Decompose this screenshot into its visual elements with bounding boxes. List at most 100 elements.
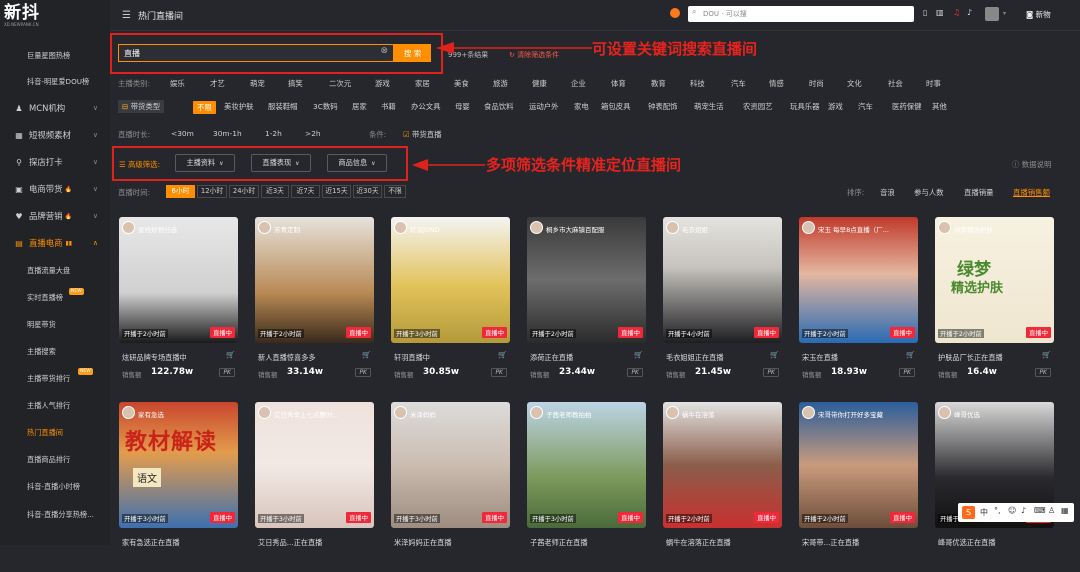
anchor-info-dropdown[interactable]: 主播资料 ∨ [175, 154, 235, 172]
sidebar-sub-anchor-search[interactable]: 主播搜索 [27, 347, 56, 357]
goods-option[interactable]: 不限 [193, 101, 216, 114]
mobile-icon[interactable]: ▯ [923, 8, 927, 17]
time-option[interactable]: 近7天 [291, 185, 320, 198]
live-room-thumbnail[interactable]: 宋玉 每早8点直播（厂... 开播于2小时前 直播中 [799, 217, 918, 343]
time-option[interactable]: 近30天 [353, 185, 382, 198]
sidebar-sub-traffic[interactable]: 直播流量大盘 [27, 266, 70, 276]
live-room-thumbnail[interactable]: 轩羽JDND 开播于3小时前 直播中 [391, 217, 510, 343]
live-room-thumbnail[interactable]: 子茜老师教拍拍 开播于3小时前 直播中 [527, 402, 646, 528]
category-option[interactable]: 家居 [415, 78, 430, 89]
data-note-link[interactable]: ⓘ 数据说明 [1012, 159, 1051, 170]
time-option[interactable]: 不限 [384, 185, 406, 198]
live-room-card[interactable]: 蜗牛在溶落 开播于2小时前 直播中 蜗牛在溶落正在直播 [663, 402, 782, 572]
pk-button[interactable]: PK [763, 368, 779, 377]
live-room-thumbnail[interactable]: 家有急选 教材解读 语文 开播于3小时前 直播中 [119, 402, 238, 528]
sidebar-sub-sales-rank[interactable]: 主播带货排行 [27, 374, 70, 384]
goods-option[interactable]: 居家 [352, 101, 367, 112]
sidebar-sub-hourly[interactable]: 抖音-直播小时榜 [27, 482, 80, 492]
live-room-thumbnail[interactable]: 宋哥带你打开好多宝藏 开播于2小时前 直播中 [799, 402, 918, 528]
duration-option[interactable]: 1-2h [265, 129, 282, 138]
live-room-thumbnail[interactable]: 桐乡市大麻镇百配服 开播于2小时前 直播中 [527, 217, 646, 343]
new-items-link[interactable]: ◙ 新物 [1026, 9, 1051, 20]
sort-option[interactable]: 音浪 [880, 187, 895, 198]
category-option[interactable]: 才艺 [210, 78, 225, 89]
goods-option[interactable]: 3C数码 [313, 101, 338, 112]
pk-button[interactable]: PK [899, 368, 915, 377]
goods-option[interactable]: 游戏 [828, 101, 843, 112]
category-option[interactable]: 美食 [454, 78, 469, 89]
book-icon[interactable]: ▥ [936, 8, 944, 17]
sidebar-item-live-ecommerce[interactable]: ▤ 直播电商 ▮▮ ∧ [0, 232, 110, 254]
goods-option[interactable]: 服装鞋帽 [268, 101, 298, 112]
live-performance-dropdown[interactable]: 直播表现 ∨ [251, 154, 311, 172]
goods-option[interactable]: 母婴 [455, 101, 470, 112]
live-room-card[interactable]: 毛衣姐姐 开播于4小时前 直播中 毛衣姐姐正在直播 🛒 销售额 21.45w PK [663, 217, 782, 387]
time-option[interactable]: 24小时 [229, 185, 259, 198]
category-option[interactable]: 时事 [926, 78, 941, 89]
time-option[interactable]: 12小时 [197, 185, 227, 198]
live-room-card[interactable]: 星线好物分选 开播于2小时前 直播中 炫研品牌专场直播中 🛒 销售额 122.78w PK [119, 217, 238, 387]
live-room-card[interactable]: 桐乡市大麻镇百配服 开播于2小时前 直播中 添荷正在直播 🛒 销售额 23.44w PK [527, 217, 646, 387]
goods-option[interactable]: 办公文具 [411, 101, 441, 112]
sidebar-item-dou-rank[interactable]: 抖音-明星爱DOU榜 [27, 77, 89, 87]
live-room-card[interactable]: 芳青定制 开播于2小时前 直播中 新人直播惊喜多多 🛒 销售额 33.14w PK [255, 217, 374, 387]
clear-input-icon[interactable]: ⊗ [380, 46, 388, 56]
live-room-thumbnail[interactable]: 蜗牛在溶落 开播于2小时前 直播中 [663, 402, 782, 528]
goods-option[interactable]: 玩具乐器 [790, 101, 820, 112]
category-option[interactable]: 科技 [690, 78, 705, 89]
goods-option[interactable]: 家电 [574, 101, 589, 112]
menu-icon[interactable]: ☰ [122, 10, 131, 21]
goods-option[interactable]: 美妆护肤 [224, 101, 254, 112]
goods-option[interactable]: 运动户外 [529, 101, 559, 112]
sidebar-item-ecommerce[interactable]: ▣ 电商带货 🔥 ∨ [0, 178, 110, 200]
category-option[interactable]: 萌宠 [250, 78, 265, 89]
category-option[interactable]: 时尚 [809, 78, 824, 89]
pk-button[interactable]: PK [491, 368, 507, 377]
avatar[interactable] [985, 7, 999, 21]
sidebar-item-mcn[interactable]: ♟ MCN机构 ∨ [0, 97, 110, 119]
live-room-card[interactable]: 绿梦精选护肤 绿梦 精选护肤 开播于2小时前 直播中 护肤品厂长正在直播 🛒 销售额 16.4w… [935, 217, 1054, 387]
global-search-input[interactable]: ⌕ DOU · 可以搜 [688, 6, 914, 22]
sort-option[interactable]: 参与人数 [914, 187, 944, 198]
goods-option[interactable]: 箱包皮具 [601, 101, 631, 112]
category-option[interactable]: 游戏 [375, 78, 390, 89]
live-room-thumbnail[interactable]: 米泽妈妈 开播于3小时前 直播中 [391, 402, 510, 528]
app-logo[interactable]: 新抖 [4, 4, 40, 22]
category-option[interactable]: 体育 [611, 78, 626, 89]
chevron-down-icon[interactable]: ▾ [1003, 10, 1006, 17]
live-room-card[interactable]: 峰哥优选开播于4小时前直播中峰哥优选正在直播 [935, 402, 1054, 572]
pk-button[interactable]: PK [355, 368, 371, 377]
pk-button[interactable]: PK [627, 368, 643, 377]
product-info-dropdown[interactable]: 商品信息 ∨ [327, 154, 387, 172]
bell-icon[interactable]: ♪ [967, 8, 972, 17]
live-room-card[interactable]: 轩羽JDND 开播于3小时前 直播中 轩羽直播中 🛒 销售额 30.85w PK [391, 217, 510, 387]
category-option[interactable]: 二次元 [329, 78, 351, 89]
category-option[interactable]: 娱乐 [170, 78, 185, 89]
sidebar-sub-share-hot[interactable]: 抖音-直播分享热榜... [27, 510, 94, 520]
goods-option[interactable]: 其他 [932, 101, 947, 112]
pk-button[interactable]: PK [219, 368, 235, 377]
goods-option[interactable]: 医药保健 [892, 101, 922, 112]
pk-button[interactable]: PK [1035, 368, 1051, 377]
category-option[interactable]: 社会 [888, 78, 903, 89]
category-option[interactable]: 汽车 [731, 78, 746, 89]
goods-option[interactable]: 钟表配饰 [648, 101, 678, 112]
duration-option[interactable]: <30m [171, 129, 194, 138]
live-room-card[interactable]: 艾日秀早上七点整时... 开播于3小时前 直播中 艾日秀品...正在直播 [255, 402, 374, 572]
category-option[interactable]: 教育 [651, 78, 666, 89]
sidebar-item-store-visit[interactable]: ⚲ 探店打卡 ∨ [0, 151, 110, 173]
keyword-search-input[interactable]: 直播 ⊗ [118, 44, 394, 62]
live-commerce-checkbox[interactable]: ☑ 带货直播 [403, 129, 442, 140]
live-room-card[interactable]: 宋玉 每早8点直播（厂... 开播于2小时前 直播中 宋玉在直播 🛒 销售额 18.93w P… [799, 217, 918, 387]
goods-option[interactable]: 书籍 [381, 101, 396, 112]
live-room-card[interactable]: 米泽妈妈 开播于3小时前 直播中 米泽妈妈正在直播 [391, 402, 510, 572]
goods-option[interactable]: 食品饮料 [484, 101, 514, 112]
category-option[interactable]: 情感 [769, 78, 784, 89]
sidebar-item-brand-marketing[interactable]: ♥ 品牌营销 🔥 ∨ [0, 205, 110, 227]
sort-option[interactable]: 直播销售额 [1013, 187, 1050, 198]
live-room-thumbnail[interactable]: 绿梦精选护肤 绿梦 精选护肤 开播于2小时前 直播中 [935, 217, 1054, 343]
live-room-thumbnail[interactable]: 星线好物分选 开播于2小时前 直播中 [119, 217, 238, 343]
category-option[interactable]: 文化 [847, 78, 862, 89]
ime-toolbar[interactable]: S 中 °, ☺ ♪ ⌨ ♙ ▦ [958, 503, 1074, 522]
live-room-thumbnail[interactable]: 芳青定制 开播于2小时前 直播中 [255, 217, 374, 343]
